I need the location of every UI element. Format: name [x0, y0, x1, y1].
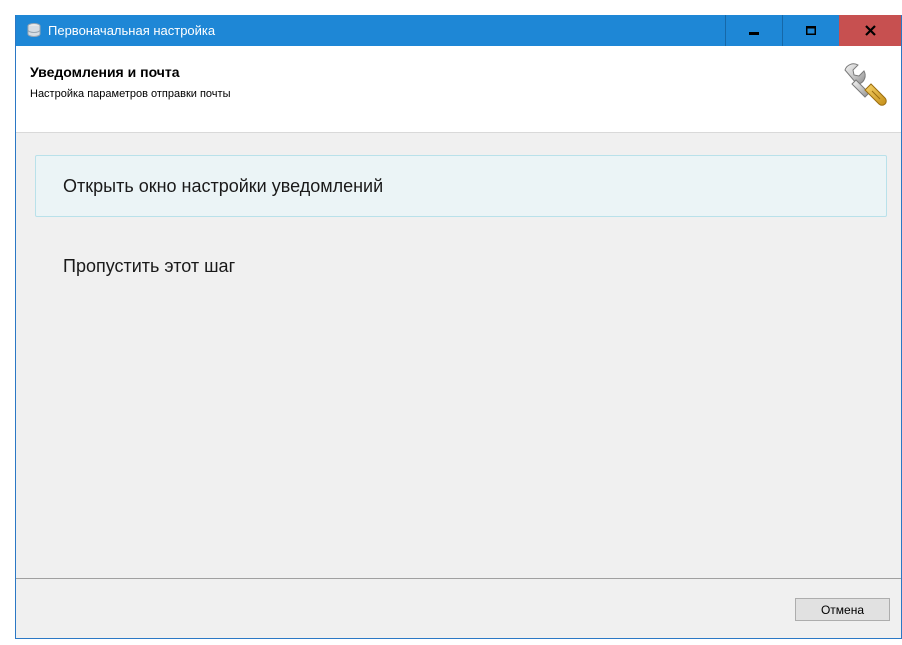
wrench-icon — [844, 63, 887, 106]
page-title: Уведомления и почта — [30, 64, 180, 80]
skip-step-option[interactable]: Пропустить этот шаг — [35, 235, 887, 297]
maximize-button[interactable] — [782, 15, 839, 46]
setup-window: Первоначальная настройка Уведомления и п… — [15, 15, 902, 639]
minimize-icon — [749, 31, 759, 35]
minimize-button[interactable] — [725, 15, 782, 46]
page-subtitle: Настройка параметров отправки почты — [30, 88, 231, 100]
window-title: Первоначальная настройка — [48, 23, 216, 38]
open-notification-settings-option[interactable]: Открыть окно настройки уведомлений — [35, 155, 887, 217]
database-icon — [27, 23, 41, 37]
wizard-header: Уведомления и почта Настройка параметров… — [16, 46, 901, 133]
footer-divider — [16, 578, 901, 579]
cancel-button[interactable]: Отмена — [795, 598, 890, 621]
title-bar[interactable]: Первоначальная настройка — [16, 15, 901, 46]
maximize-icon — [806, 25, 816, 35]
close-icon — [864, 25, 876, 36]
close-button[interactable] — [839, 15, 901, 46]
